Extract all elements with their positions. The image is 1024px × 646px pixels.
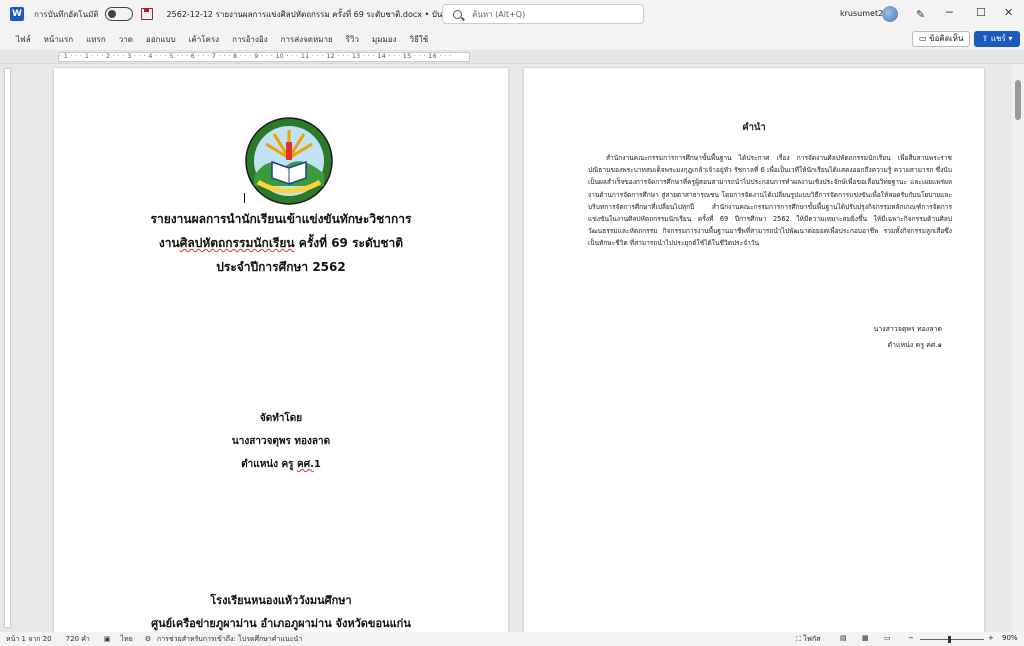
cover-position: ตำแหน่ง ครู คศ.1 — [54, 457, 508, 472]
cover-title-line1: รายงานผลการนำนักเรียนเข้าแข่งขันทักษะวิช… — [150, 212, 412, 226]
tab-help[interactable]: วิธีใช้ — [409, 33, 428, 46]
document-title[interactable]: 2562-12-12 รายงานผลการแข่งศิลปหัตถกรรม ค… — [167, 8, 489, 21]
document-area[interactable]: รายงานผลการนำนักเรียนเข้าแข่งขันทักษะวิช… — [14, 64, 1010, 632]
cover-author: นางสาวจตุพร ทองลาด — [231, 436, 331, 447]
web-layout-icon[interactable]: ▭ — [884, 634, 891, 642]
tab-references[interactable]: การอ้างอิง — [232, 33, 268, 46]
pen-icon[interactable]: ✎ — [916, 8, 925, 21]
scrollbar-thumb[interactable] — [1015, 80, 1021, 120]
comments-button[interactable]: ▭ ข้อคิดเห็น — [912, 31, 971, 47]
share-label: แชร์ — [990, 34, 1006, 43]
cover-network: ศูนย์เครือข่ายภูผาม่าน อำเภอภูผาม่าน จัง… — [151, 617, 411, 630]
vertical-ruler-track[interactable] — [4, 68, 11, 628]
tab-insert[interactable]: แทรก — [86, 33, 106, 46]
accessibility-status[interactable]: การช่วยสำหรับการเข้าถึง: โปรดศึกษาคำแนะน… — [157, 634, 302, 645]
school-emblem-icon — [245, 117, 333, 205]
cover-title-line2-prefix: งาน — [158, 236, 180, 250]
page-cover[interactable]: รายงานผลการนำนักเรียนเข้าแข่งขันทักษะวิช… — [54, 68, 508, 632]
print-layout-icon[interactable]: ▦ — [862, 634, 869, 642]
accessibility-icon[interactable]: ⚙ — [145, 635, 151, 643]
word-logo-icon: W — [10, 7, 24, 21]
preface-body: สำนักงานคณะกรรมการการศึกษาขั้นพื้นฐาน ได… — [588, 154, 952, 248]
zoom-out-icon[interactable]: − — [908, 634, 914, 642]
user-name[interactable]: krusumet2 — [840, 9, 883, 18]
preface-sign-name: นางสาวจตุพร ทองลาด — [873, 325, 942, 333]
comments-label: ข้อคิดเห็น — [929, 34, 964, 43]
ribbon-tabs: ไฟล์ หน้าแรก แทรก วาด ออกแบบ เค้าโครง กา… — [0, 28, 1024, 50]
cover-title-line3: ประจำปีการศึกษา 2562 — [216, 260, 346, 274]
zoom-slider-thumb[interactable] — [948, 636, 951, 643]
search-input[interactable]: ค้นหา (Alt+Q) — [472, 8, 525, 21]
focus-button[interactable]: ⛶ โฟกัส — [796, 634, 820, 645]
text-cursor — [244, 193, 245, 203]
spelling-error-text[interactable]: คศ. — [297, 459, 314, 470]
cover-made-by: จัดทำโดย — [259, 413, 303, 424]
word-count[interactable]: 720 คำ — [66, 634, 90, 645]
tab-review[interactable]: รีวิว — [346, 33, 359, 46]
maximize-icon[interactable]: ☐ — [976, 6, 986, 19]
autosave-toggle[interactable] — [104, 7, 133, 21]
page-count[interactable]: หน้า 1 จาก 20 — [6, 634, 52, 645]
proofing-icon[interactable]: ▣ — [104, 635, 111, 643]
status-bar: หน้า 1 จาก 20 720 คำ ▣ ไทย ⚙ การช่วยสำหร… — [0, 632, 1024, 646]
minimize-icon[interactable]: ─ — [946, 6, 953, 19]
tab-layout[interactable]: เค้าโครง — [189, 33, 219, 46]
tab-design[interactable]: ออกแบบ — [146, 33, 176, 46]
share-button[interactable]: ⇪ แชร์ ▾ — [974, 31, 1020, 47]
avatar[interactable] — [882, 6, 898, 22]
vertical-ruler — [0, 64, 14, 632]
cover-title-line2: งานศิลปหัตถกรรมนักเรียน ครั้งที่ 69 ระดั… — [54, 234, 508, 253]
preface-sign-position: ตำแหน่ง ครู คศ.๑ — [887, 341, 943, 349]
read-mode-icon[interactable]: ▤ — [840, 634, 847, 642]
preface-heading: คำนำ — [742, 122, 766, 133]
vertical-scrollbar[interactable] — [1012, 64, 1024, 632]
tab-mailings[interactable]: การส่งจดหมาย — [281, 33, 333, 46]
tab-draw[interactable]: วาด — [119, 33, 133, 46]
tab-home[interactable]: หน้าแรก — [44, 33, 74, 46]
search-icon — [453, 9, 462, 19]
autosave-label: การบันทึกอัตโนมัติ — [34, 9, 99, 19]
save-icon[interactable] — [140, 8, 153, 20]
spelling-error-text[interactable]: ศิลปหัตถกรรมนักเรียน — [180, 236, 295, 250]
language[interactable]: ไทย — [120, 634, 132, 645]
tab-file[interactable]: ไฟล์ — [16, 33, 31, 46]
cover-position-prefix: ตำแหน่ง ครู — [241, 459, 298, 470]
page-preface[interactable]: คำนำ สำนักงานคณะกรรมการการศึกษาขั้นพื้นฐ… — [524, 68, 984, 632]
cover-school: โรงเรียนหนองแห้ววังมนศึกษา — [210, 594, 352, 607]
horizontal-ruler[interactable]: · 1 · · · 1 · · · 2 · · · 3 · · · 4 · · … — [58, 52, 470, 62]
zoom-level[interactable]: 90% — [1002, 634, 1018, 642]
ruler-row: · 1 · · · 1 · · · 2 · · · 3 · · · 4 · · … — [0, 50, 1024, 64]
search-box[interactable]: ค้นหา (Alt+Q) — [442, 4, 644, 24]
cover-title-line2-suffix: ครั้งที่ 69 ระดับชาติ — [294, 236, 404, 250]
close-icon[interactable]: ✕ — [1004, 6, 1013, 19]
tab-view[interactable]: มุมมอง — [372, 33, 397, 46]
zoom-slider[interactable] — [920, 636, 984, 643]
focus-label: โฟกัส — [803, 635, 821, 643]
cover-position-suffix: 1 — [313, 459, 321, 470]
zoom-in-icon[interactable]: + — [988, 634, 994, 642]
